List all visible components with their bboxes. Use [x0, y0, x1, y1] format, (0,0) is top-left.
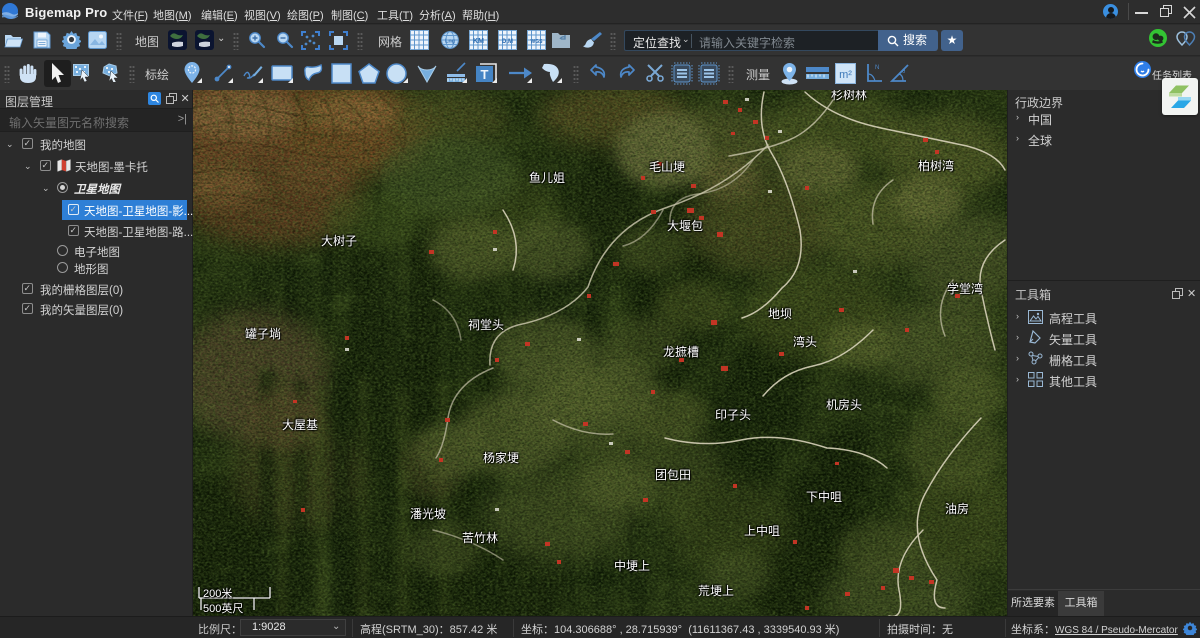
svg-text:KM: KM — [473, 38, 484, 45]
svg-text:WGS: WGS — [531, 39, 544, 45]
svg-text:Lng: Lng — [445, 39, 455, 45]
svg-text:θ: θ — [902, 69, 906, 75]
svg-text:N: N — [875, 65, 879, 71]
svg-text:D,M: D,M — [502, 39, 513, 45]
svg-text:m²: m² — [839, 69, 852, 81]
svg-text:T: T — [481, 67, 489, 82]
